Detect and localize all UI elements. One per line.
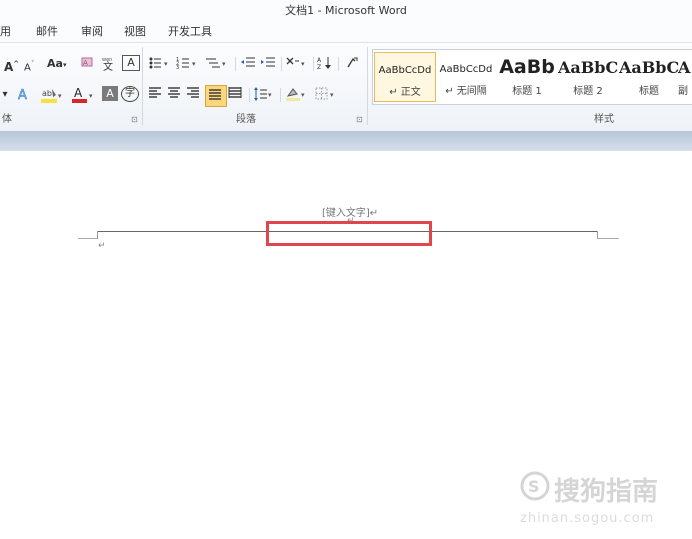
line-spacing-icon[interactable]: ▾ [253, 86, 277, 104]
sort-icon[interactable]: AZ [317, 55, 335, 73]
justify-icon[interactable] [205, 85, 227, 107]
watermark-text: 搜狗指南 [554, 477, 659, 507]
svg-text:Z: Z [317, 64, 321, 71]
style-name: ↵ 无间隔 [445, 86, 487, 97]
align-left-icon[interactable] [148, 86, 164, 104]
body-paragraph-mark: ↵ [98, 241, 106, 251]
style-preview: A [678, 58, 691, 77]
group-divider [367, 47, 368, 125]
sogou-logo-icon: S [520, 471, 550, 501]
increase-indent-icon[interactable] [260, 55, 278, 73]
style-name: 标题 [639, 86, 659, 97]
align-right-icon[interactable] [186, 86, 202, 104]
style-heading-1[interactable]: AaBb 标题 1 [497, 52, 557, 100]
style-name: 副 [678, 86, 688, 97]
style-preview: AaBbCcDd [439, 64, 493, 75]
svg-text:▾: ▾ [330, 91, 334, 99]
paragraph-group-label: 段落 [236, 114, 256, 125]
watermark: S 搜狗指南 zhinan.sogou.com [520, 469, 680, 539]
toolbar-divider [338, 57, 339, 71]
tab-view[interactable]: 视图 [124, 24, 146, 40]
style-title[interactable]: AaBbC 标题 [619, 52, 679, 100]
highlight-color-button[interactable]: ab ▾ [40, 86, 66, 104]
watermark-url: zhinan.sogou.com [520, 511, 655, 526]
styles-group-label: 样式 [594, 114, 614, 125]
phonetic-guide-icon[interactable]: wen 文 [101, 55, 119, 73]
enclose-characters-button[interactable]: 字 [121, 86, 139, 102]
svg-text:▾: ▾ [89, 92, 93, 100]
ruler-band [0, 131, 692, 151]
style-subtitle[interactable]: A 副 [678, 52, 692, 100]
distributed-icon[interactable] [228, 86, 244, 104]
svg-text:ab: ab [42, 89, 52, 98]
tab-references[interactable]: 用 [0, 24, 11, 40]
font-color-button[interactable]: A ▾ [71, 86, 97, 104]
svg-text:▾: ▾ [222, 60, 226, 68]
font-group-label: 体 [2, 114, 12, 125]
style-normal[interactable]: AaBbCcDd ↵ 正文 [374, 52, 436, 102]
toolbar-divider [280, 88, 281, 102]
header-corner-right [597, 238, 619, 239]
svg-text:A: A [74, 86, 83, 100]
svg-text:A: A [317, 57, 322, 64]
title-bar: 文档1 - Microsoft Word [0, 0, 692, 22]
tab-developer[interactable]: 开发工具 [168, 24, 212, 40]
header-corner-left [78, 238, 98, 239]
text-effect-icon[interactable]: A [16, 86, 36, 104]
show-marks-icon[interactable] [345, 55, 361, 73]
style-heading-2[interactable]: AaBbC 标题 2 [558, 52, 618, 100]
change-case-button[interactable]: Aa▾ [47, 55, 66, 73]
svg-text:▾: ▾ [58, 92, 62, 100]
svg-text:▾: ▾ [301, 60, 305, 68]
style-name: ↵ 正文 [389, 87, 421, 98]
numbering-button[interactable]: 1 2 3 ▾ [176, 55, 202, 73]
svg-text:S: S [528, 477, 540, 496]
ribbon: A^ Aˇ Aa▾ A wen 文 A ▾ A ab ▾ A ▾ A 字 体 ⊡ ▾ … [0, 42, 692, 131]
char-shading-button[interactable]: A [102, 86, 118, 101]
style-preview: AaBbC [619, 58, 679, 77]
svg-text:3: 3 [176, 65, 179, 71]
window-title: 文档1 - Microsoft Word [285, 4, 407, 17]
svg-text:▾: ▾ [164, 60, 168, 68]
decrease-indent-icon[interactable] [240, 55, 258, 73]
svg-text:A: A [83, 59, 88, 67]
paragraph-dialog-launcher-icon[interactable]: ⊡ [356, 115, 363, 124]
styles-gallery: AaBbCcDd ↵ 正文 AaBbCcDd ↵ 无间隔 AaBb 标题 1 A… [372, 49, 692, 105]
chinese-layout-button[interactable]: ▾ [285, 55, 311, 73]
clear-format-icon[interactable]: A [80, 55, 98, 73]
multilevel-list-button[interactable]: ▾ [204, 55, 232, 73]
header-margin-tick-left [97, 231, 98, 239]
svg-text:▾: ▾ [268, 91, 272, 99]
toolbar-divider [281, 57, 282, 71]
svg-text:▾: ▾ [192, 60, 196, 68]
shading-icon[interactable]: ▾ [285, 86, 311, 104]
group-divider [142, 47, 143, 125]
style-name: 标题 1 [512, 86, 542, 97]
shrink-font-button[interactable]: Aˇ [24, 55, 34, 73]
toolbar-divider [313, 57, 314, 71]
grow-font-button[interactable]: A^ [4, 55, 19, 74]
char-border-button[interactable]: A [122, 55, 140, 71]
svg-text:A: A [18, 88, 27, 102]
style-preview: AaBbCcDd [378, 65, 432, 76]
tab-mailings[interactable]: 邮件 [36, 24, 58, 40]
borders-icon[interactable]: ▾ [314, 86, 340, 104]
tab-review[interactable]: 审阅 [81, 24, 103, 40]
align-center-icon[interactable] [167, 86, 183, 104]
svg-text:▾: ▾ [301, 91, 305, 99]
bullets-button[interactable]: ▾ [148, 55, 174, 73]
font-dialog-launcher-icon[interactable]: ⊡ [131, 115, 138, 124]
highlight-box [266, 221, 432, 246]
text-effects-arrow[interactable]: ▾ [0, 86, 10, 104]
toolbar-divider [249, 88, 250, 102]
document-page[interactable]: [键入文字]↵ ↵ ↵ S 搜狗指南 zhinan.sogou.com [0, 151, 692, 526]
style-preview: AaBb [499, 56, 555, 78]
style-preview: AaBbC [558, 58, 618, 77]
ribbon-tab-bar: 用 邮件 审阅 视图 开发工具 [0, 22, 692, 42]
style-no-spacing[interactable]: AaBbCcDd ↵ 无间隔 [436, 52, 496, 100]
style-name: 标题 2 [573, 86, 603, 97]
toolbar-divider [235, 57, 236, 71]
svg-text:文: 文 [103, 60, 113, 71]
